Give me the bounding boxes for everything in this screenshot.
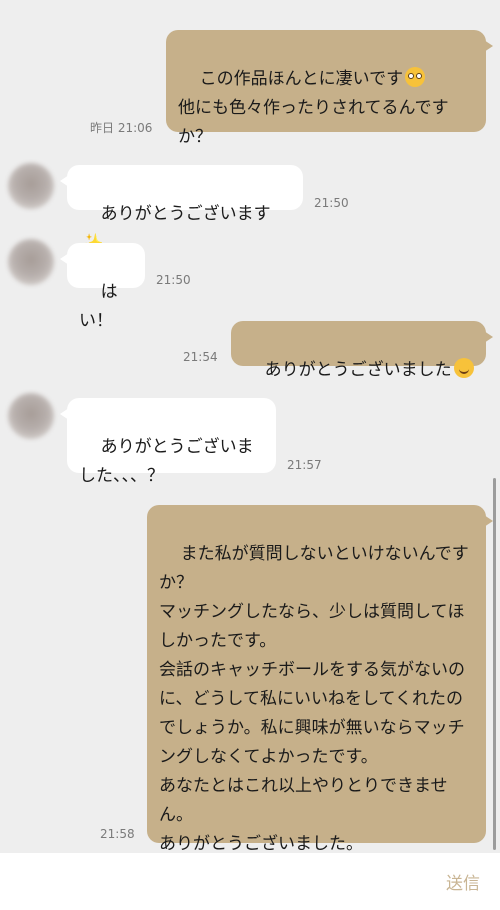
avatar[interactable]: [8, 163, 54, 209]
message-time: 昨日 21:06: [90, 121, 153, 135]
chat-area[interactable]: この作品ほんとに凄いです 他にも色々作ったりされてるんですか？ 昨日 21:06 …: [0, 0, 500, 853]
avatar[interactable]: [8, 239, 54, 285]
received-message[interactable]: はい！: [60, 243, 145, 331]
message-time: 21:54: [183, 350, 218, 364]
sent-message[interactable]: また私が質問しないといけないんですか？ マッチングしたなら、少しは質問してほしか…: [147, 505, 493, 853]
message-time: 21:57: [287, 458, 322, 472]
message-input-bar: 送信: [0, 853, 500, 910]
sent-message[interactable]: この作品ほんとに凄いです他にも色々作ったりされてるんですか？: [166, 30, 493, 147]
message-time: 21:58: [100, 827, 135, 841]
message-text: ありがとうございました: [264, 360, 452, 380]
avatar[interactable]: [8, 393, 54, 439]
message-time: 21:50: [156, 273, 191, 287]
smiling-face-icon: [453, 358, 474, 378]
message-text: ありがとうございました、、、？: [79, 437, 254, 486]
send-button[interactable]: 送信: [446, 869, 480, 894]
message-text: また私が質問しないといけないんですか？ マッチングしたなら、少しは質問してほしか…: [159, 544, 469, 853]
received-message[interactable]: ありがとうございます✨: [60, 165, 303, 254]
message-input[interactable]: [12, 863, 426, 901]
message-text: はい！: [79, 282, 118, 331]
sent-message[interactable]: ありがとうございました: [231, 321, 493, 380]
flushed-face-icon: [405, 67, 426, 87]
received-message[interactable]: ありがとうございました、、、？: [60, 398, 276, 486]
message-text: この作品ほんとに凄いです: [199, 69, 404, 89]
message-text-line2: 他にも色々作ったりされてるんですか？: [178, 98, 449, 147]
message-text: ありがとうございます: [100, 204, 271, 224]
message-time: 21:50: [314, 196, 349, 210]
scrollbar[interactable]: [493, 478, 496, 850]
